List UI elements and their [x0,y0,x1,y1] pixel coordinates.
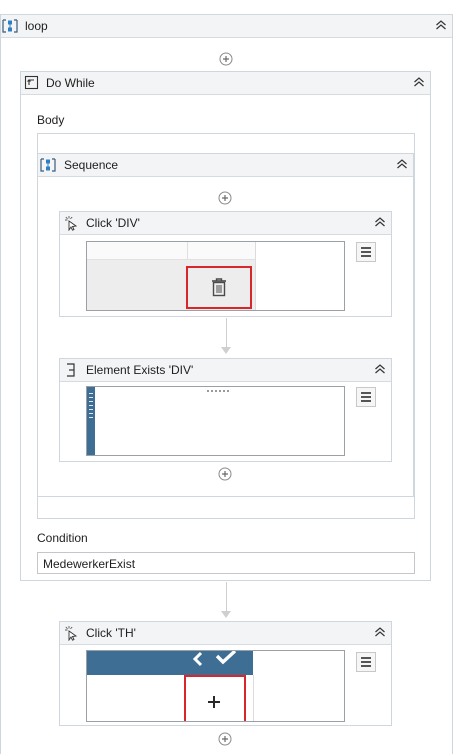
connector-line [226,318,227,347]
plus-icon [208,696,220,708]
sequence-title: Sequence [64,158,119,172]
condition-value: MedewerkerExist [43,557,136,571]
click-div-header[interactable]: Click 'DIV' [60,212,391,235]
screenshot-divider [187,242,188,260]
collapse-icon[interactable] [412,75,426,89]
sequence-header[interactable]: Sequence [38,154,413,177]
screenshot-sidebar-dots [89,393,93,421]
screenshot-divider [253,675,254,721]
screenshot-divider [255,242,256,310]
condition-label: Condition [37,531,88,545]
do-while-icon [24,75,39,90]
add-activity-icon[interactable] [218,467,232,481]
collapse-icon[interactable] [373,625,387,639]
condition-input[interactable]: MedewerkerExist [37,552,415,574]
collapse-icon[interactable] [395,157,409,171]
do-while-title: Do While [46,76,95,90]
collapse-icon[interactable] [373,215,387,229]
add-activity-icon[interactable] [218,732,232,746]
collapse-icon[interactable] [434,18,448,32]
click-div-activity[interactable]: Click 'DIV' [59,211,392,317]
click-th-header[interactable]: Click 'TH' [60,622,391,645]
click-icon [65,626,78,641]
screenshot-text-marks [207,390,229,392]
connector-arrow [221,611,231,618]
trash-icon [212,278,226,297]
element-exists-header[interactable]: Element Exists 'DIV' [60,359,391,382]
click-th-activity[interactable]: Click 'TH' [59,621,392,726]
click-div-title: Click 'DIV' [86,216,140,230]
element-screenshot [86,241,345,311]
connector-arrow [221,347,231,354]
element-screenshot [86,386,345,456]
element-screenshot [86,650,345,722]
sequence-icon [2,19,18,33]
connector-line [226,582,227,611]
sequence-icon [40,158,56,172]
body-label: Body [37,113,65,127]
element-exists-activity[interactable]: Element Exists 'DIV' [59,358,392,462]
do-while-header[interactable]: Do While [21,72,430,95]
element-exists-icon [67,363,75,377]
properties-menu-icon[interactable] [356,242,376,262]
collapse-icon[interactable] [373,362,387,376]
screenshot-white-strip [87,242,255,260]
element-exists-title: Element Exists 'DIV' [86,363,194,377]
checkmark-icon [192,651,237,667]
click-icon [65,216,78,231]
loop-title: loop [25,19,48,33]
add-activity-icon[interactable] [218,191,232,205]
click-th-title: Click 'TH' [86,626,136,640]
add-activity-icon[interactable] [219,52,233,66]
properties-menu-icon[interactable] [356,387,376,407]
properties-menu-icon[interactable] [356,652,376,672]
loop-header[interactable]: loop [1,15,452,38]
